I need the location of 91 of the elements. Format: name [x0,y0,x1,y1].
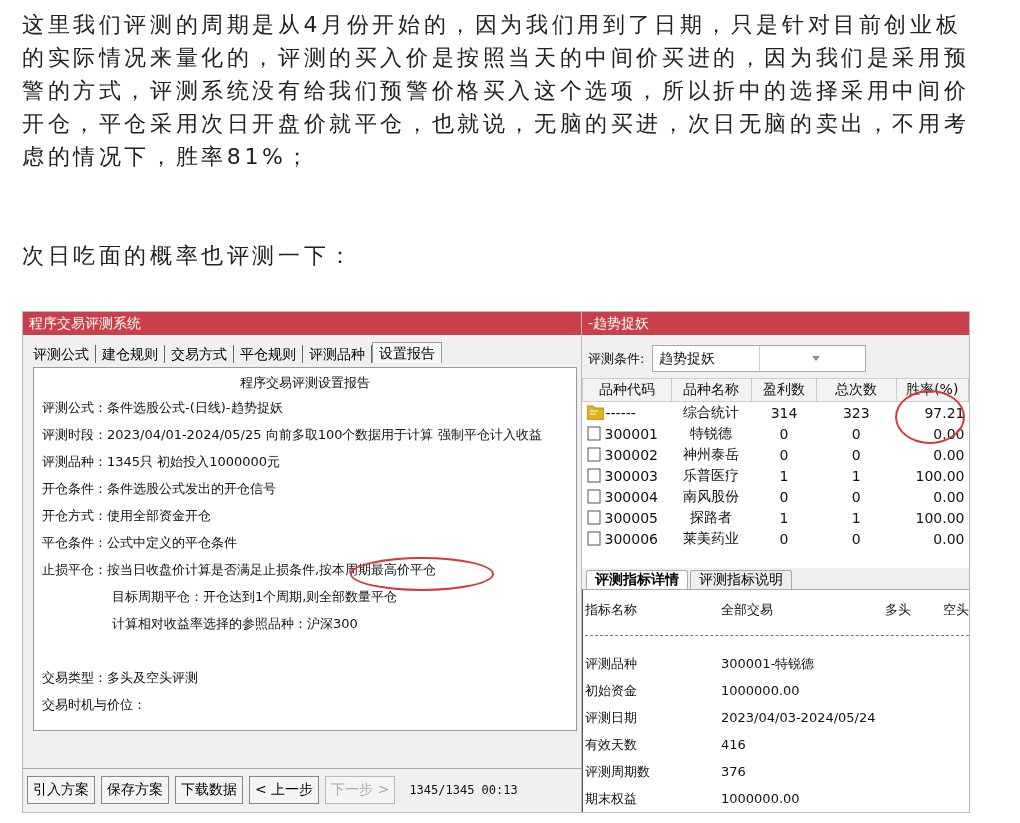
tab[interactable]: 评测公式 [27,345,96,363]
document-icon [586,446,602,462]
table-cell-text: 期末权益 [585,790,638,808]
table-cell-text: 初始资金 [585,682,638,700]
paragraph: 次日吃面的概率也评测一下： [22,242,356,270]
document-icon [586,425,602,441]
table-cell: 0 [851,488,861,505]
report-line: 评测公式：条件选股公式-(日线)-趋势捉妖 [42,399,283,417]
table-cell-text: 300001-特锐德 [721,655,815,673]
table-cell: 97.21 [924,404,965,421]
table-cell: 100.00 [915,467,965,484]
table-cell: 300003 [604,467,658,484]
column-header: 总次数 [816,378,896,402]
table-cell: 1 [779,509,789,526]
report-line: 评测时段：2023/04/01-2024/05/25 向前多取100个数据用于计算 强制平仓计入收益 [42,426,542,444]
status-text: 1345/1345 00:13 [409,783,518,797]
condition-dropdown[interactable]: 趋势捉妖 [652,345,867,372]
table-cell: 323 [842,404,870,421]
table-cell: 神州泰岳 [683,445,740,462]
table-cell: 探路者 [690,508,733,525]
table-cell: 乐普医疗 [683,466,740,483]
table-cell: 0 [851,530,861,547]
table-cell: 0 [779,446,789,463]
column-header: 全部交易 [721,601,774,619]
table-cell: 0 [779,425,789,442]
report-line: 计算相对收益率选择的参照品种：沪深300 [111,615,358,633]
table-cell: 南风股份 [683,487,740,504]
table-cell: 0.00 [933,530,965,547]
table-cell: 314 [770,404,798,421]
table-cell: 300004 [604,488,658,505]
window-title: 程序交易评测系统 [23,312,581,335]
document-icon [586,530,602,546]
report-line: 平仓条件：公式中定义的平仓条件 [42,534,237,552]
table-cell: 特锐德 [690,424,733,441]
table-cell: 0.00 [933,488,965,505]
table-cell: 300002 [604,446,658,463]
report-line: 目标周期平仓：开仓达到1个周期,则全部数量平仓 [111,588,398,606]
table-cell: 100.00 [915,509,965,526]
table-cell-text: 评测周期数 [585,763,651,781]
toolbar-button[interactable]: < 上一步 [249,776,320,804]
table-cell: 1 [851,467,861,484]
table-cell: 0 [851,446,861,463]
window-title: -趋势捉妖 [582,312,969,335]
table-cell: 0 [779,488,789,505]
column-header: 品种名称 [671,378,752,402]
report-line: 开仓方式：使用全部资金开仓 [42,507,211,525]
document-icon [586,488,602,504]
table-cell: 0 [779,530,789,547]
table-cell-text: 有效天数 [585,736,638,754]
column-header: 指标名称 [585,601,638,619]
report-heading: 程序交易评测设置报告 [239,374,371,392]
table-cell-text: 2023/04/03-2024/05/24 [721,709,876,727]
column-header: 盈利数 [751,378,817,402]
toolbar-button[interactable]: 下载数据 [175,776,243,804]
tab[interactable]: 评测指标说明 [690,570,792,589]
tab[interactable]: 评测指标详情 [586,570,688,589]
document-icon [586,467,602,483]
report-line: 交易时机与价位： [42,696,146,714]
tab[interactable]: 交易方式 [165,345,234,363]
toolbar-button[interactable]: 保存方案 [101,776,169,804]
document-icon [586,509,602,525]
tab[interactable]: 建仓规则 [96,345,165,363]
table-cell: 0 [851,425,861,442]
paragraph: 这里我们评测的周期是从4月份开始的，因为我们用到了日期，只是针对目前创业板的实际情况来量化的，评测的买入价是按照当天的中间价买进的，因为我们是采用预警的方式，评测系统没有给我们预警价格买入这个选项，所以折中的选择采用中间价开仓，平仓采用次日开盘价就平仓，也就说，无脑的买进，次日无脑的卖出，不用考虑的情况下，胜率81%； [22,11,971,171]
tab[interactable]: 平仓规则 [234,345,303,363]
column-header: 品种代码 [582,378,672,402]
folder-icon [586,404,604,420]
column-header: 多头 [884,601,911,619]
table-cell: 莱美药业 [683,529,740,546]
tab[interactable]: 设置报告 [372,342,442,363]
field-label: 评测条件: [588,349,645,368]
table-cell: 综合统计 [683,403,740,420]
report-line: 开仓条件：条件选股公式发出的开仓信号 [42,480,276,498]
table-cell-text: 1000000.00 [721,682,800,700]
table-cell-text: 416 [721,736,746,754]
report-line: 交易类型：多头及空头评测 [42,669,198,687]
table-cell: 1 [779,467,789,484]
column-header: 空头 [942,601,969,619]
table-cell-text: 评测日期 [585,709,638,727]
toolbar-button[interactable]: 引入方案 [27,776,95,804]
table-cell-text: 1000000.00 [721,790,800,808]
table-cell: 1 [851,509,861,526]
table-cell-text: 376 [721,763,746,781]
report-line: 评测品种：1345只 初始投入1000000元 [42,453,281,471]
table-cell: ------ [605,404,636,421]
dropdown-arrow-icon [811,356,820,361]
table-cell: 300001 [604,425,658,442]
table-cell: 300005 [604,509,658,526]
table-cell-text: 评测品种 [585,655,638,673]
table-cell: 300006 [604,530,658,547]
table-cell: 0.00 [933,446,965,463]
